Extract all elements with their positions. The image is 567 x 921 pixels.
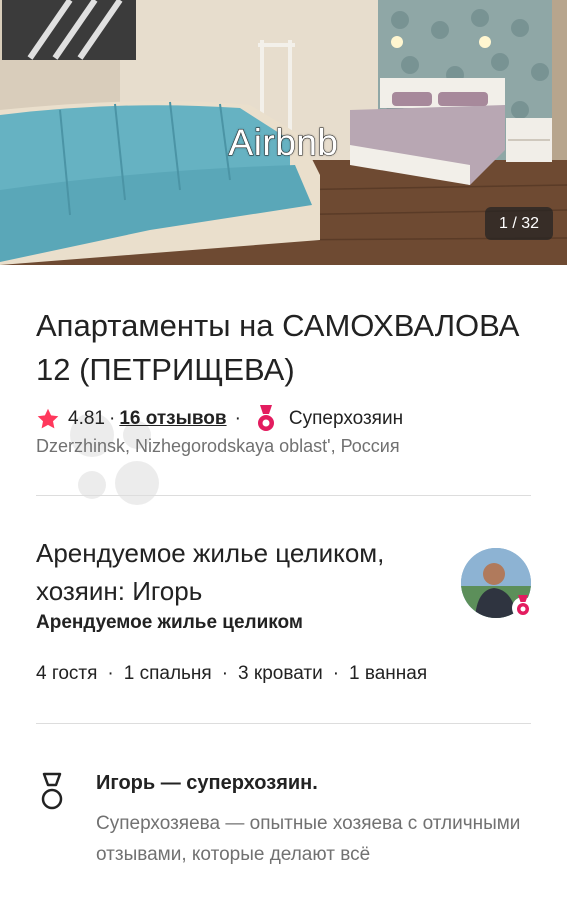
separator-dot: · bbox=[108, 408, 116, 429]
separator-dot: · bbox=[234, 408, 241, 429]
superhost-title: Игорь — суперхозяин. bbox=[96, 772, 318, 794]
superhost-badge-icon bbox=[512, 595, 534, 619]
medal-outline-icon bbox=[41, 772, 63, 810]
reviews-link[interactable]: 16 отзывов bbox=[119, 408, 226, 430]
rating-row: 4.81 · 16 отзывов · Суперхозяин bbox=[36, 405, 531, 433]
separator-dot: · bbox=[221, 663, 229, 684]
spec-beds: 3 кровати bbox=[238, 663, 323, 684]
listing-details: Апартаменты на САМОХВАЛОВА 12 (ПЕТРИЩЕВА… bbox=[0, 265, 567, 921]
spec-guests: 4 гостя bbox=[36, 663, 98, 684]
host-summary: Арендуемое жилье целиком, хозяин: Игорь … bbox=[36, 534, 534, 634]
airbnb-logo-text: Airbnb bbox=[228, 122, 339, 164]
spec-bedrooms: 1 спальня bbox=[123, 663, 212, 684]
superhost-highlight: Игорь — суперхозяин. Суперхозяева — опыт… bbox=[36, 770, 531, 870]
star-icon bbox=[37, 408, 59, 429]
superhost-description: Суперхозяева — опытные хозяева с отличны… bbox=[96, 813, 521, 865]
divider bbox=[36, 495, 531, 496]
superhost-label: Суперхозяин bbox=[288, 408, 404, 429]
rating-value: 4.81 bbox=[68, 408, 105, 429]
photo-counter: 1 / 32 bbox=[484, 207, 553, 240]
listing-location[interactable]: Dzerzhinsk, Nizhegorodskaya oblast', Рос… bbox=[36, 436, 531, 457]
separator-dot: · bbox=[332, 663, 340, 684]
separator-dot: · bbox=[107, 663, 114, 684]
listing-specs: 4 гостя · 1 спальня · 3 кровати · 1 ванн… bbox=[36, 663, 531, 685]
medal-icon bbox=[257, 405, 274, 431]
listing-title: Апартаменты на САМОХВАЛОВА 12 (ПЕТРИЩЕВА… bbox=[36, 308, 520, 387]
host-title: Арендуемое жилье целиком, хозяин: Игорь bbox=[36, 538, 385, 606]
host-subtitle: Арендуемое жилье целиком bbox=[36, 612, 303, 633]
listing-photo[interactable]: Airbnb 1 / 32 bbox=[0, 0, 567, 265]
divider bbox=[36, 723, 531, 724]
spec-baths: 1 ванная bbox=[349, 663, 428, 684]
